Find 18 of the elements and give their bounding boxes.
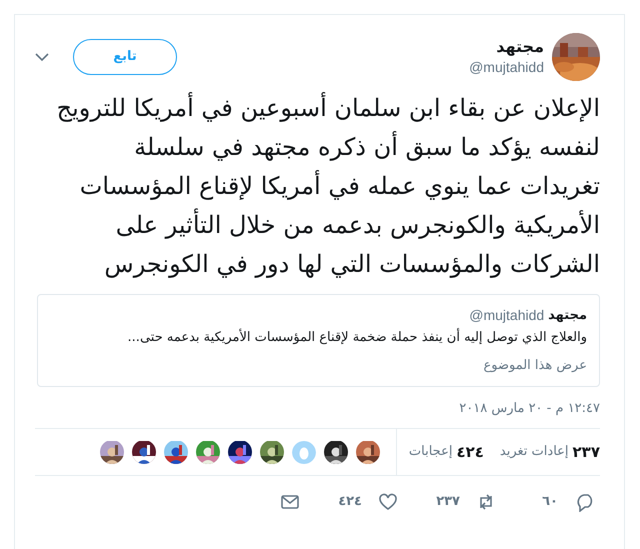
action-count: ٤٢٤ (338, 493, 362, 512)
tweet-timestamp: ١٢:٤٧ م - ٢٠ مارس ٢٠١٨ (458, 400, 600, 418)
stat-label[interactable]: إعادات تغريد (500, 442, 569, 462)
mail-icon[interactable] (280, 492, 300, 512)
stat-count[interactable]: ٤٢٤ (456, 440, 484, 464)
stat-count[interactable]: ٢٣٧ (572, 440, 600, 464)
heart-icon[interactable] (378, 492, 398, 512)
author-handle[interactable]: @mujtahidd (469, 56, 544, 78)
quoted-text: والعلاج الذي توصل إليه أن ينفذ حملة ضخمة لإقناع المؤسسات الأمريكية بدعمه حتى... (126, 328, 587, 347)
stat-label[interactable]: إعجابات (408, 442, 452, 462)
quoted-author-name: مجتهد (548, 306, 587, 325)
author-name[interactable]: مجتهد (496, 36, 544, 56)
follow-button[interactable]: تابع (73, 39, 177, 75)
quoted-author-handle: @mujtahidd (469, 306, 544, 325)
action-count: ٢٣٧ (436, 493, 460, 512)
show-thread-link[interactable]: عرض هذا الموضوع (483, 358, 587, 372)
action-count: ٦٠ (542, 493, 558, 512)
tweet-text: الإعلان عن بقاء ابن سلمان أسبوعين في أمريكا للترويج لنفسه يؤكد ما سبق أن ذكره مجتهد في سلسلة تغريدات عما ينوي عمله في أمريكا لإقناع المؤسسات الأمريكية والكونجرس بدعمه من خلال التأثير على الشركات والمؤسسات التي لها دور في الكونجرس (56, 91, 600, 280)
